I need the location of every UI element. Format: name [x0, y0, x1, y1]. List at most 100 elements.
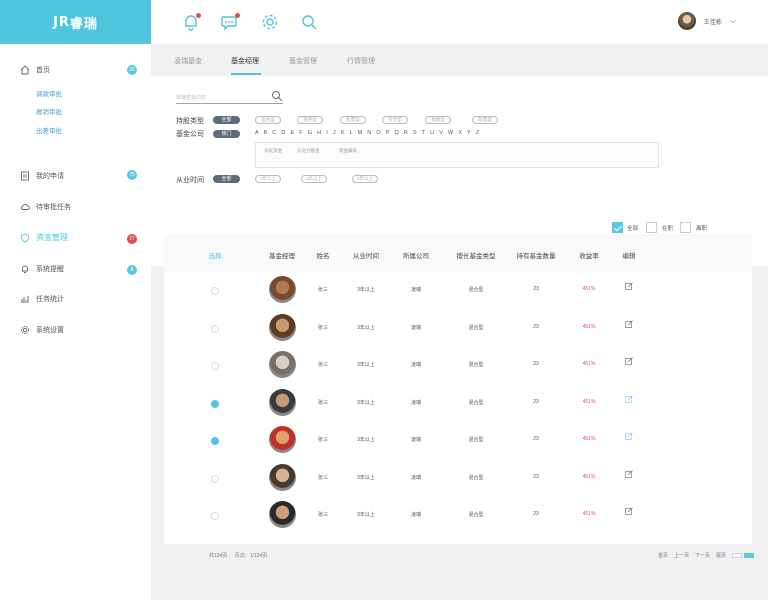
last-page-link[interactable]: 尾页 [716, 552, 726, 559]
main-content: 凌瑞基金 基金经理 基金管理 行情管理 快速查找内容 持股类型 全部 混合型 债… [151, 44, 768, 600]
table-row: 张三 3年以上 凌瑞 混合型 23 451% [164, 310, 752, 347]
type-chip[interactable]: 混合型 [255, 116, 281, 124]
tab-manager[interactable]: 基金经理 [231, 56, 259, 66]
cell-name: 张三 [317, 512, 329, 518]
row-select-radio[interactable] [211, 512, 219, 520]
manager-avatar [269, 463, 296, 491]
edit-icon[interactable] [625, 394, 633, 403]
status-active-checkbox[interactable] [646, 222, 657, 233]
total-pages: 共124页 [209, 553, 228, 559]
edit-icon[interactable] [625, 357, 633, 365]
sidebar-item-fund-management[interactable]: 资金管理 [20, 232, 68, 243]
tab-fund[interactable]: 凌瑞基金 [174, 56, 202, 66]
sidebar-item-my-apply[interactable]: 我的申请 [20, 171, 64, 181]
row-select-radio[interactable] [211, 324, 219, 333]
cell-company: 凌瑞 [410, 324, 422, 331]
column-header[interactable]: 选择 [209, 250, 222, 260]
shield-icon [21, 233, 29, 243]
type-label: 持股类型 [176, 118, 204, 125]
next-page-link[interactable]: 下一页 [695, 552, 710, 559]
tab-market[interactable]: 行情管理 [347, 56, 375, 66]
cell-type: 混合型 [468, 512, 484, 518]
sidebar-item-settings[interactable]: 系统设置 [20, 325, 64, 335]
sidebar-subitem[interactable]: 出差审批 [36, 125, 62, 135]
manager-avatar [269, 313, 296, 341]
sidebar-badge-home: 20 [127, 65, 137, 75]
row-select-radio[interactable] [211, 474, 219, 483]
hot-chip[interactable]: 热门 [213, 130, 240, 138]
sidebar-subitem[interactable]: 调款审批 [36, 88, 62, 98]
edit-icon[interactable] [625, 507, 633, 515]
time-chip[interactable]: 5年以上 [352, 175, 378, 183]
cell-name: 张三 [317, 287, 329, 293]
chat-icon[interactable] [220, 12, 240, 32]
cell-name: 张三 [317, 362, 329, 368]
time-chip[interactable]: 3年以上 [301, 175, 327, 183]
manager-avatar [269, 426, 296, 453]
sidebar-item-statistics[interactable]: 任务统计 [20, 294, 64, 304]
search-input[interactable]: 快速查找内容 [176, 90, 283, 104]
time-chip[interactable]: 1年以上 [255, 175, 281, 183]
message-dot [235, 13, 240, 18]
top-bar: 王佳栋 ⌵ [151, 0, 768, 44]
manager-avatar [269, 276, 296, 303]
sidebar-item-label: 系统提醒 [36, 266, 64, 273]
sidebar-item-home[interactable]: 首页 [20, 65, 50, 75]
bar-chart-icon [21, 296, 29, 303]
edit-icon[interactable] [625, 282, 633, 290]
alphabet-index[interactable]: A B C D E F G H I J K L M N O P Q R S T … [255, 130, 481, 136]
manager-avatar [269, 351, 296, 378]
edit-icon[interactable] [625, 469, 633, 478]
company-list: 天虹资金 从证力基金 资金编号 [255, 142, 659, 168]
company-item[interactable]: 从证力基金 [297, 148, 320, 154]
column-header: 基金经理 [269, 253, 295, 260]
cell-company: 凌瑞 [410, 287, 422, 293]
sidebar-subitem[interactable]: 报销审批 [36, 106, 62, 116]
type-chip[interactable]: 指数型 [425, 116, 451, 124]
row-select-radio[interactable] [211, 437, 219, 445]
cell-years: 3年以上 [357, 474, 375, 481]
search-icon[interactable] [271, 90, 283, 102]
bell-icon[interactable] [181, 12, 201, 32]
type-chip[interactable]: 股票型 [472, 116, 498, 124]
table-header: 选择 基金经理 姓名 从业时间 所属公司 擅长基金类型 持有基金数量 收益率 编… [164, 234, 752, 272]
prev-page-link[interactable]: 上一页 [674, 552, 689, 559]
sidebar-item-reminder[interactable]: 系统提醒 [20, 264, 64, 274]
table-row: 张三 3年以上 凌瑞 混合型 23 451% [164, 347, 752, 384]
first-page-link[interactable]: 首页 [658, 552, 668, 559]
cell-rate: 451% [582, 473, 596, 480]
edit-icon[interactable] [625, 319, 633, 328]
company-item[interactable]: 资金编号 [339, 148, 357, 154]
manager-avatar [269, 501, 296, 528]
cell-name: 张三 [317, 437, 329, 443]
sidebar-item-label: 首页 [36, 67, 50, 74]
user-menu[interactable]: 王佳栋 ⌵ [677, 12, 736, 30]
go-button[interactable] [744, 553, 755, 558]
row-select-radio[interactable] [211, 362, 219, 370]
type-chip[interactable]: 货币型 [382, 116, 408, 124]
type-all-chip[interactable]: 全部 [213, 116, 240, 124]
time-all-chip[interactable]: 全部 [213, 175, 240, 183]
chevron-down-icon: ⌵ [729, 16, 736, 25]
cell-years: 3年以上 [357, 362, 375, 368]
cell-company: 凌瑞 [410, 362, 422, 368]
sidebar-item-pending[interactable]: 待审批任务 [20, 202, 71, 212]
logo-mark: JR [53, 14, 70, 30]
tab-underline [231, 73, 261, 75]
status-all-checkbox[interactable] [612, 222, 623, 233]
bell-icon [22, 265, 28, 273]
tab-fund-management[interactable]: 基金管理 [289, 56, 317, 66]
edit-icon[interactable] [625, 432, 633, 440]
gear-icon[interactable] [260, 12, 280, 32]
company-item[interactable]: 天虹资金 [264, 148, 282, 154]
row-select-radio[interactable] [211, 287, 219, 295]
row-select-radio[interactable] [211, 399, 219, 408]
status-left-checkbox[interactable] [680, 222, 691, 233]
cell-years: 3年以上 [357, 324, 375, 331]
search-icon[interactable] [299, 12, 319, 32]
page-input[interactable] [732, 553, 743, 558]
type-chip[interactable]: 债券型 [297, 116, 323, 124]
notification-dot [196, 13, 201, 18]
cell-company: 凌瑞 [410, 437, 422, 443]
type-chip[interactable]: 股票型 [340, 116, 366, 124]
